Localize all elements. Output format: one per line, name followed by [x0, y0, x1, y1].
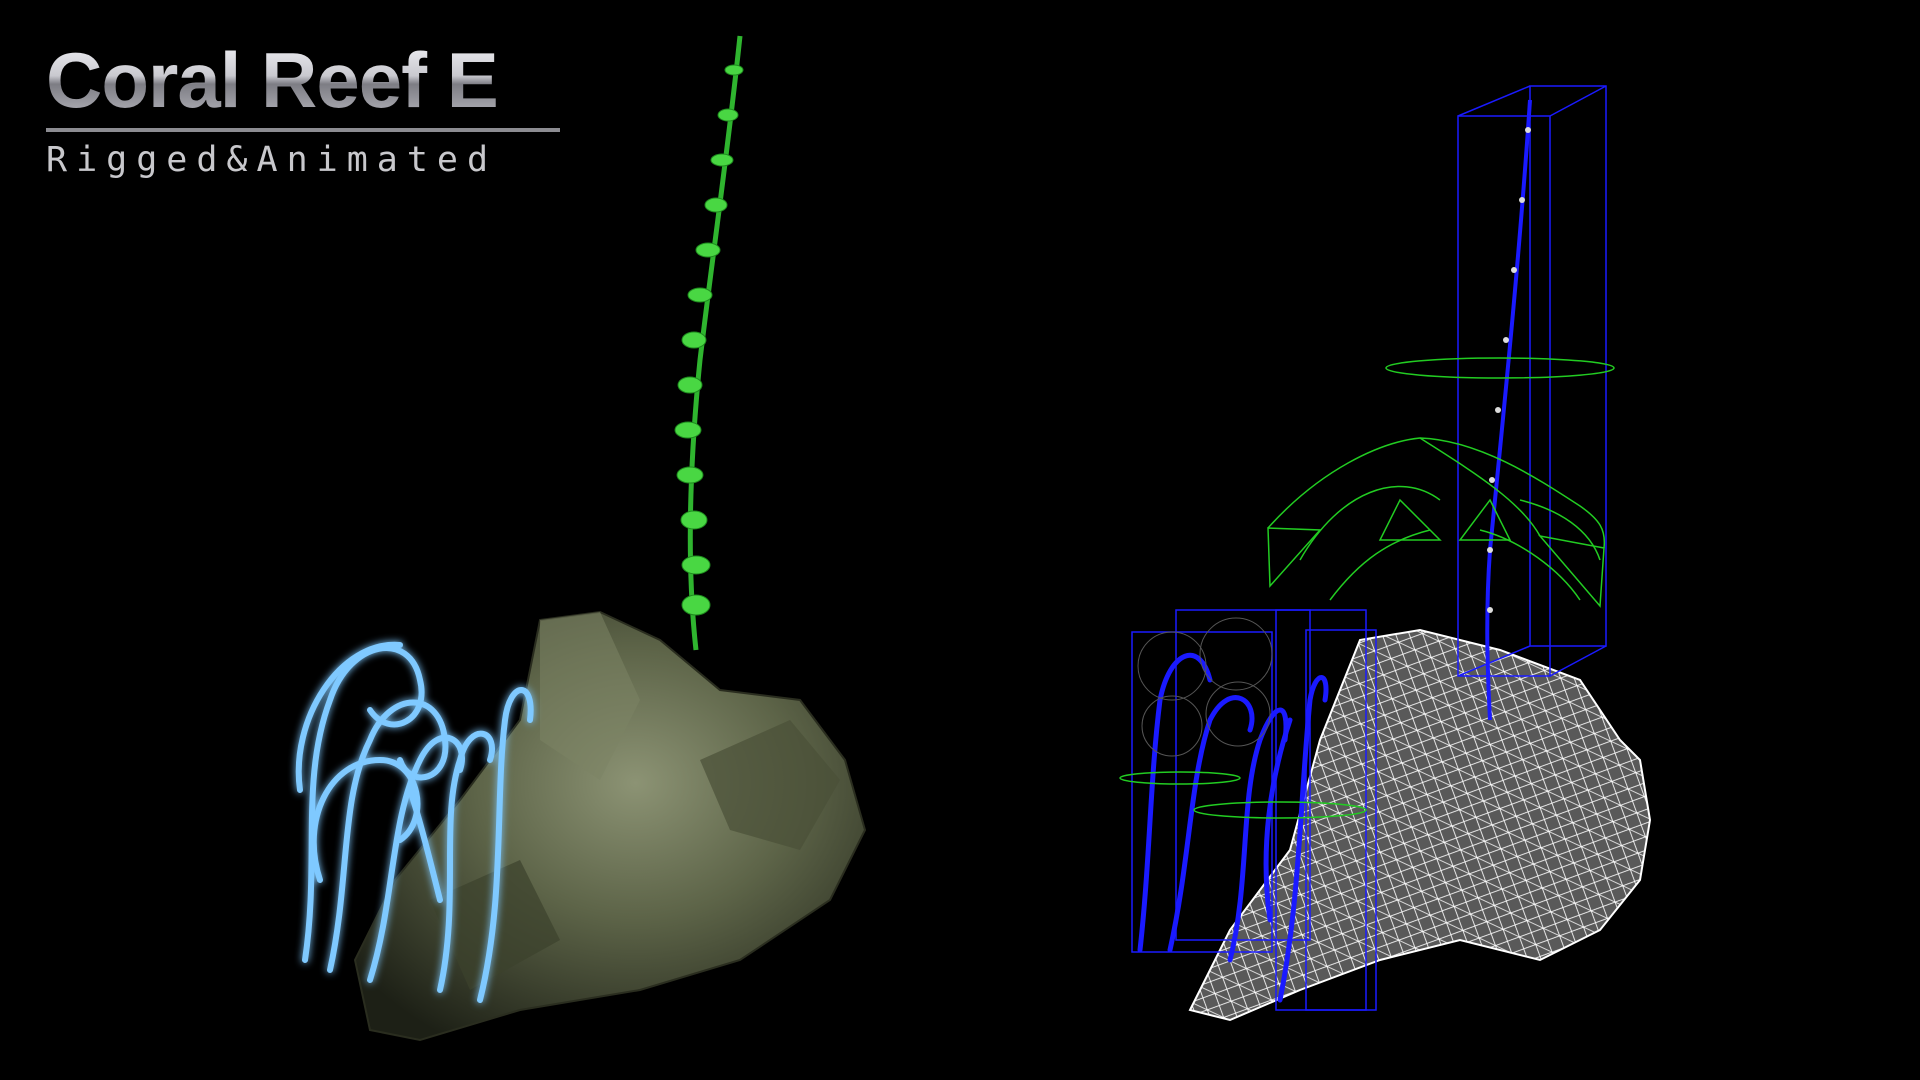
scene-illustration	[295, 35, 1652, 1042]
bone-chain	[1485, 99, 1532, 721]
seaweed	[674, 35, 744, 651]
wireframe-rig-icon	[1119, 85, 1652, 1022]
rendered-coral-icon	[295, 35, 867, 1042]
product-render-stage: Coral Reef E Rigged&Animated	[0, 0, 1920, 1080]
